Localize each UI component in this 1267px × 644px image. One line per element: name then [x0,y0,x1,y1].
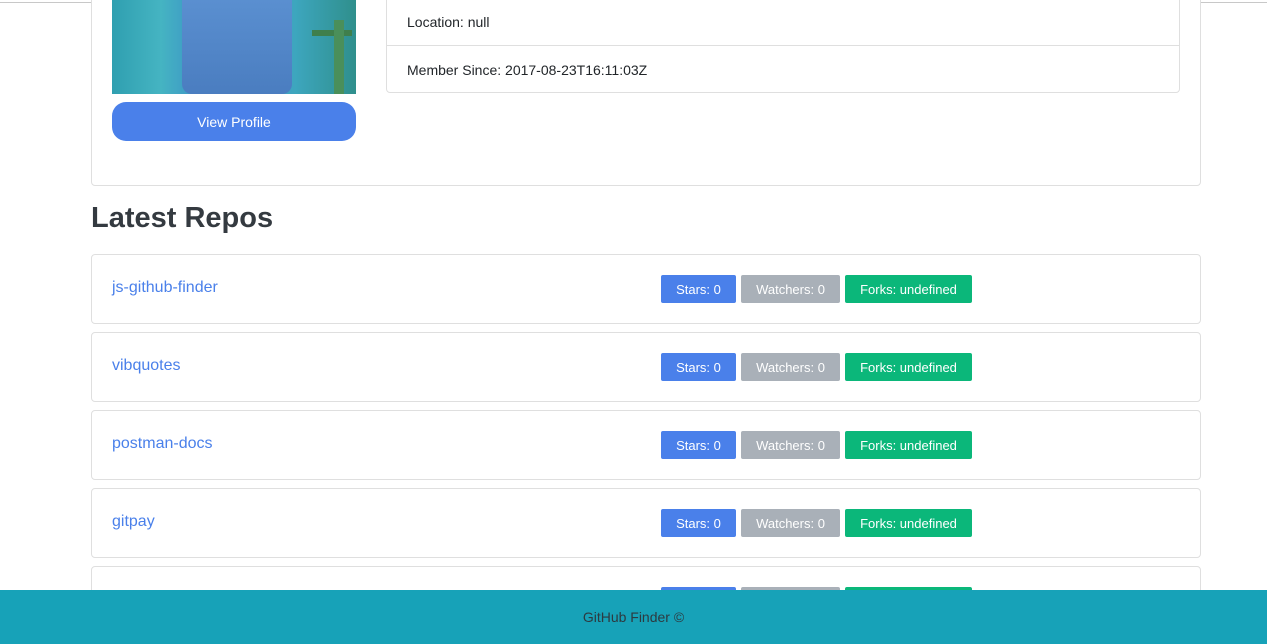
repo-link[interactable]: vibquotes [112,357,181,375]
footer-text: GitHub Finder © [582,609,685,625]
avatar-rail [312,30,352,36]
stars-badge: Stars: 0 [661,431,736,459]
avatar-figure [182,0,292,94]
forks-badge: Forks: undefined [845,275,972,303]
member-since-item: Member Since: 2017-08-23T16:11:03Z [407,62,648,78]
avatar-post [334,20,344,94]
repo-card: gitpay Stars: 0 Watchers: 0 Forks: undef… [91,488,1201,558]
repo-link[interactable]: gitpay [112,513,155,531]
forks-badge: Forks: undefined [845,431,972,459]
repo-card: postman-docs Stars: 0 Watchers: 0 Forks:… [91,410,1201,480]
stars-badge: Stars: 0 [661,353,736,381]
stars-badge: Stars: 0 [661,509,736,537]
repo-link[interactable]: js-github-finder [112,279,218,297]
footer: GitHub Finder © [0,590,1267,644]
watchers-badge: Watchers: 0 [741,353,840,381]
profile-info-list: Location: null Member Since: 2017-08-23T… [386,0,1180,93]
view-profile-button[interactable]: View Profile [112,102,356,141]
watchers-badge: Watchers: 0 [741,509,840,537]
watchers-badge: Watchers: 0 [741,275,840,303]
stars-badge: Stars: 0 [661,275,736,303]
forks-badge: Forks: undefined [845,353,972,381]
repo-link[interactable]: postman-docs [112,435,213,453]
watchers-badge: Watchers: 0 [741,431,840,459]
repo-card: vibquotes Stars: 0 Watchers: 0 Forks: un… [91,332,1201,402]
location-item: Location: null [387,0,1179,46]
forks-badge: Forks: undefined [845,509,972,537]
latest-repos-heading: Latest Repos [91,202,274,234]
avatar [112,0,356,94]
repo-card: js-github-finder Stars: 0 Watchers: 0 Fo… [91,254,1201,324]
